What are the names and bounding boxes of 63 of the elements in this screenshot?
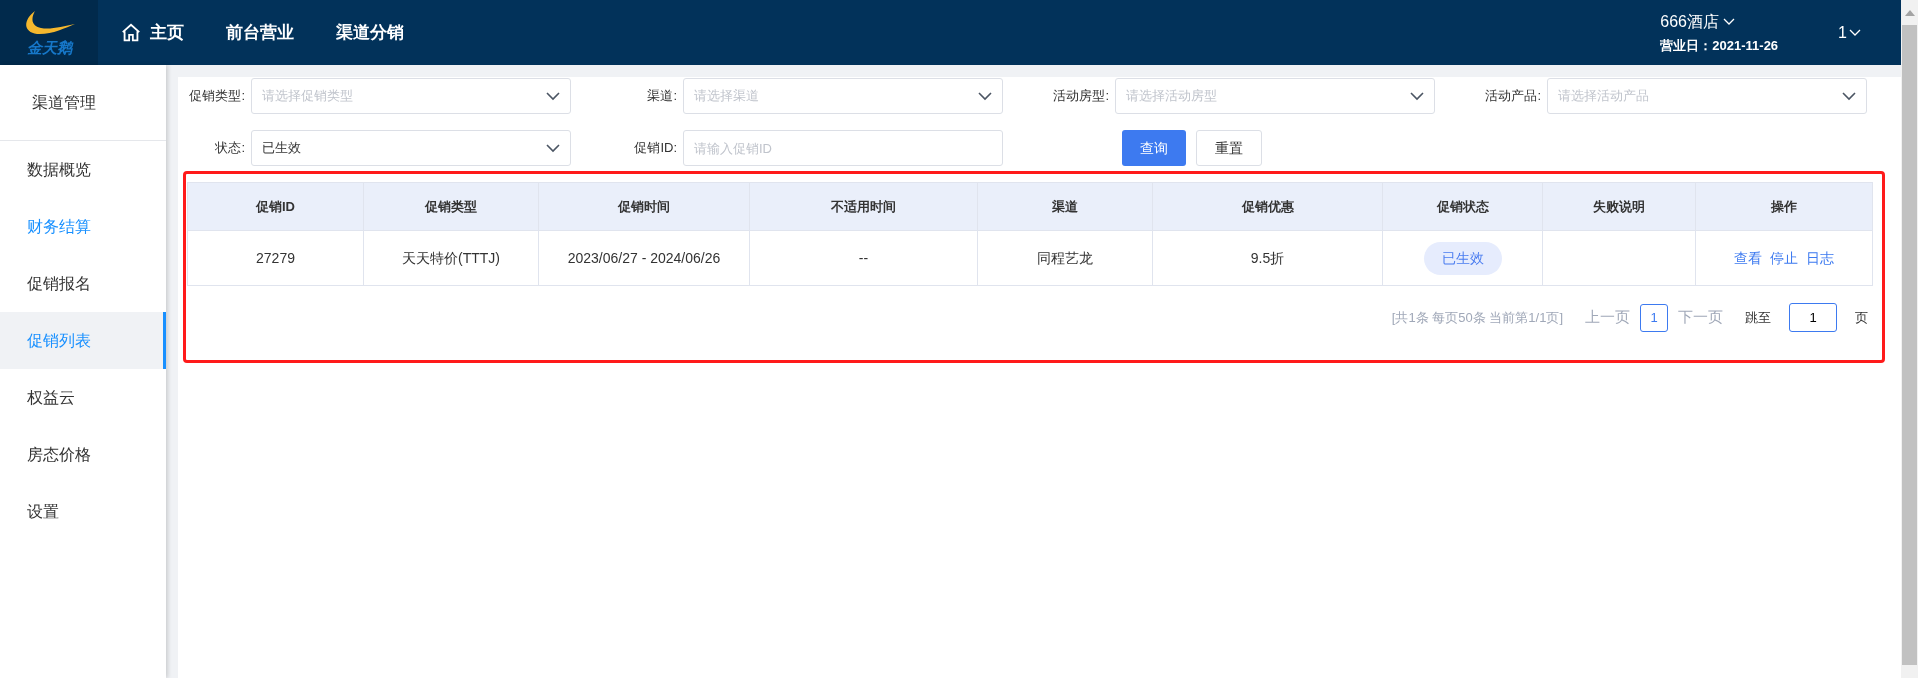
home-icon bbox=[120, 21, 142, 44]
column-header: 操作 bbox=[1695, 182, 1873, 231]
filter-label: 促销类型: bbox=[188, 87, 246, 106]
table-cell: 同程艺龙 bbox=[977, 230, 1153, 286]
nav-link[interactable]: 前台营业 bbox=[226, 19, 294, 46]
nav-link[interactable]: 渠道分销 bbox=[336, 19, 404, 46]
query-button[interactable]: 查询 bbox=[1122, 130, 1186, 166]
column-header: 失败说明 bbox=[1542, 182, 1696, 231]
column-header: 促销优惠 bbox=[1152, 182, 1383, 231]
table-cell: -- bbox=[749, 230, 978, 286]
sidebar-item[interactable]: 财务结算 bbox=[0, 198, 166, 255]
select-field[interactable]: 已生效 bbox=[251, 130, 571, 166]
sidebar-item[interactable]: 促销报名 bbox=[0, 255, 166, 312]
column-header: 促销类型 bbox=[363, 182, 539, 231]
pagination-summary: [共1条 每页50条 当前第1/1页] bbox=[1391, 308, 1563, 327]
table-cell: 天天特价(TTTJ) bbox=[363, 230, 539, 286]
chevron-down-icon bbox=[546, 91, 560, 101]
chevron-down-icon bbox=[1842, 91, 1856, 101]
table-cell: 27279 bbox=[187, 230, 364, 286]
sidebar-title: 渠道管理 bbox=[0, 65, 166, 141]
column-header: 不适用时间 bbox=[749, 182, 978, 231]
column-header: 促销ID bbox=[187, 182, 364, 231]
sidebar-item[interactable]: 促销列表 bbox=[0, 312, 166, 369]
chevron-down-icon bbox=[1410, 91, 1424, 101]
chevron-down-icon bbox=[546, 143, 560, 153]
business-date: 营业日：2021-11-26 bbox=[1660, 36, 1779, 55]
filter-label: 活动房型: bbox=[1052, 87, 1110, 106]
filter-label: 渠道: bbox=[646, 87, 678, 106]
table-cell: 2023/06/27 - 2024/06/26 bbox=[538, 230, 750, 286]
prev-page-link[interactable]: 上一页 bbox=[1585, 306, 1630, 329]
sidebar-item[interactable]: 数据概览 bbox=[0, 141, 166, 198]
sidebar-item[interactable]: 权益云 bbox=[0, 369, 166, 426]
filter-label: 活动产品: bbox=[1484, 87, 1542, 106]
sidebar-item[interactable]: 设置 bbox=[0, 483, 166, 540]
filter-label: 促销ID: bbox=[633, 139, 678, 158]
chevron-down-icon bbox=[1723, 17, 1735, 26]
logo[interactable]: 金天鹅 bbox=[0, 0, 98, 65]
chevron-down-icon bbox=[1849, 28, 1861, 37]
chevron-down-icon bbox=[978, 91, 992, 101]
status-badge: 已生效 bbox=[1423, 241, 1502, 275]
filter-label: 状态: bbox=[214, 139, 246, 158]
scroll-up-icon[interactable] bbox=[1904, 10, 1915, 16]
table-cell: 9.5折 bbox=[1152, 230, 1383, 286]
user-menu[interactable]: 1 bbox=[1838, 20, 1861, 45]
reset-button[interactable]: 重置 bbox=[1196, 130, 1262, 166]
nav-link[interactable]: 主页 bbox=[120, 19, 184, 46]
scrollbar[interactable] bbox=[1901, 0, 1918, 678]
column-header: 渠道 bbox=[977, 182, 1153, 231]
sidebar-item[interactable]: 房态价格 bbox=[0, 426, 166, 483]
column-header: 促销时间 bbox=[538, 182, 750, 231]
jump-label: 跳至 bbox=[1745, 308, 1771, 327]
action-link[interactable]: 日志 bbox=[1806, 247, 1834, 269]
page-jump-field[interactable]: 1 bbox=[1789, 303, 1837, 332]
page-number[interactable]: 1 bbox=[1640, 303, 1668, 332]
column-header: 促销状态 bbox=[1382, 182, 1543, 231]
hotel-selector[interactable]: 666酒店 bbox=[1660, 9, 1779, 34]
action-link[interactable]: 查看 bbox=[1734, 247, 1762, 269]
input-field[interactable]: 请输入促销ID bbox=[683, 130, 1003, 166]
scrollbar-thumb[interactable] bbox=[1902, 25, 1917, 665]
action-link[interactable]: 停止 bbox=[1770, 247, 1798, 269]
page-unit: 页 bbox=[1855, 308, 1868, 327]
logo-text: 金天鹅 bbox=[26, 40, 72, 55]
next-page-link[interactable]: 下一页 bbox=[1678, 306, 1723, 329]
